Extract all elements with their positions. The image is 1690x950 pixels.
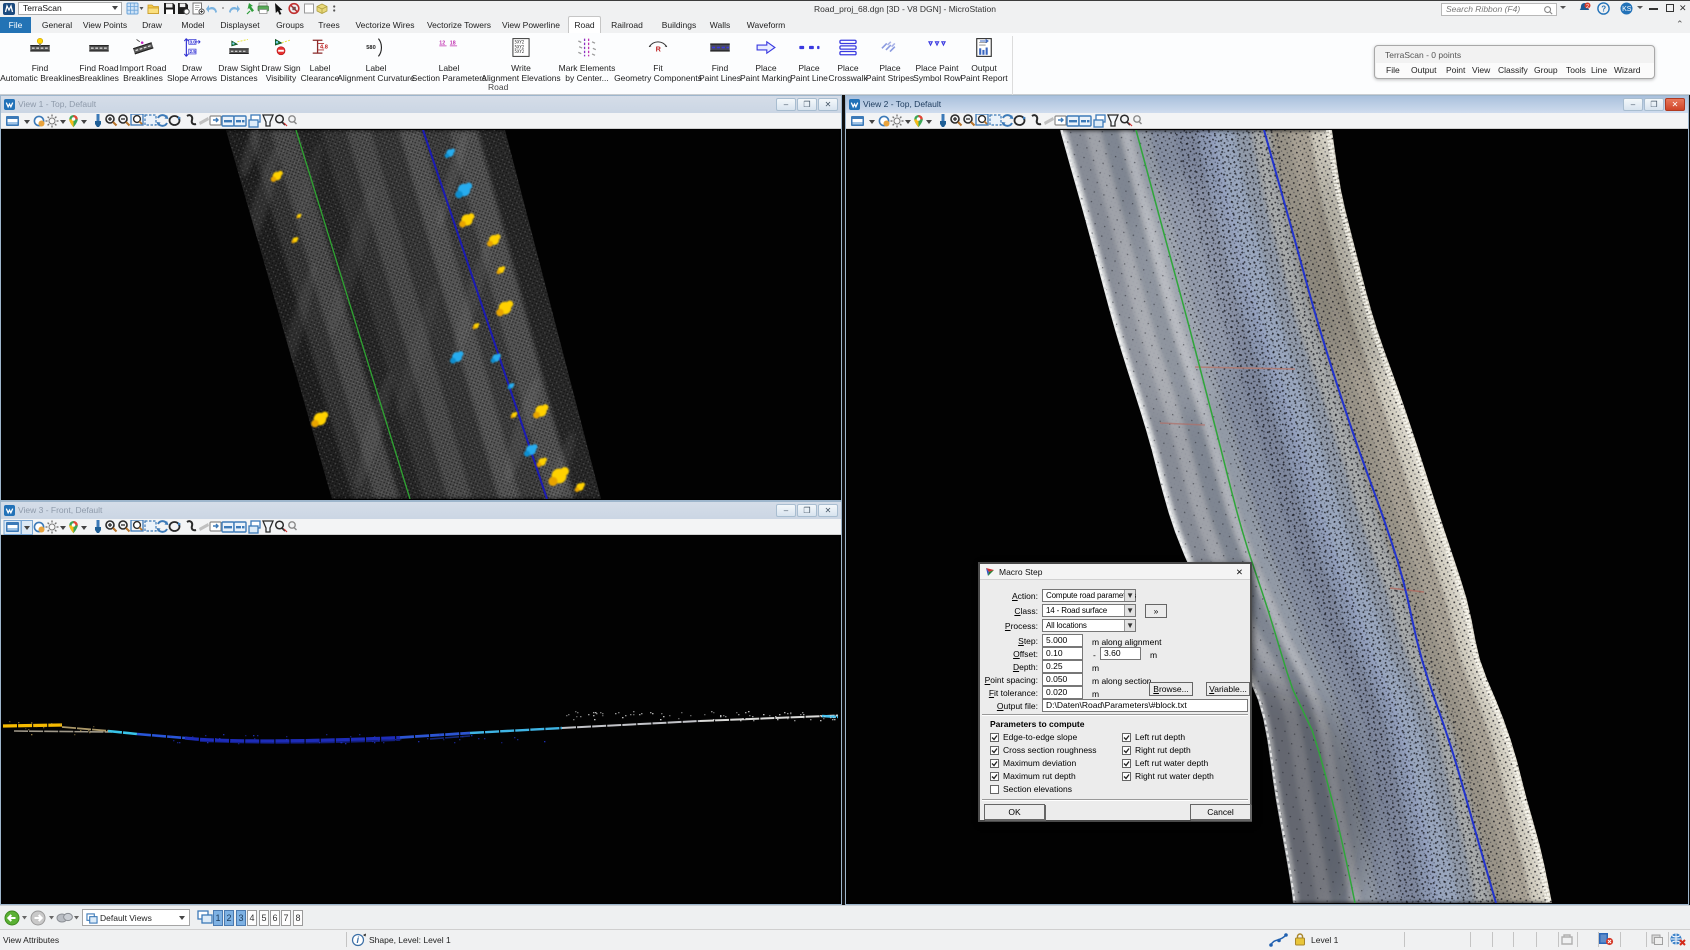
svg-text:580: 580 (366, 45, 375, 51)
svg-text:?: ? (1601, 4, 1606, 13)
svg-text:5XY2: 5XY2 (515, 49, 525, 54)
svg-text:2.5: 2.5 (190, 49, 197, 54)
svg-text:4.8: 4.8 (320, 44, 328, 50)
svg-text:3.0: 3.0 (190, 39, 197, 44)
svg-text:12: 12 (439, 40, 445, 46)
svg-text:KS: KS (1622, 6, 1632, 13)
svg-text:18: 18 (450, 40, 456, 46)
svg-text:2: 2 (1586, 4, 1589, 10)
svg-text:R: R (656, 45, 662, 54)
